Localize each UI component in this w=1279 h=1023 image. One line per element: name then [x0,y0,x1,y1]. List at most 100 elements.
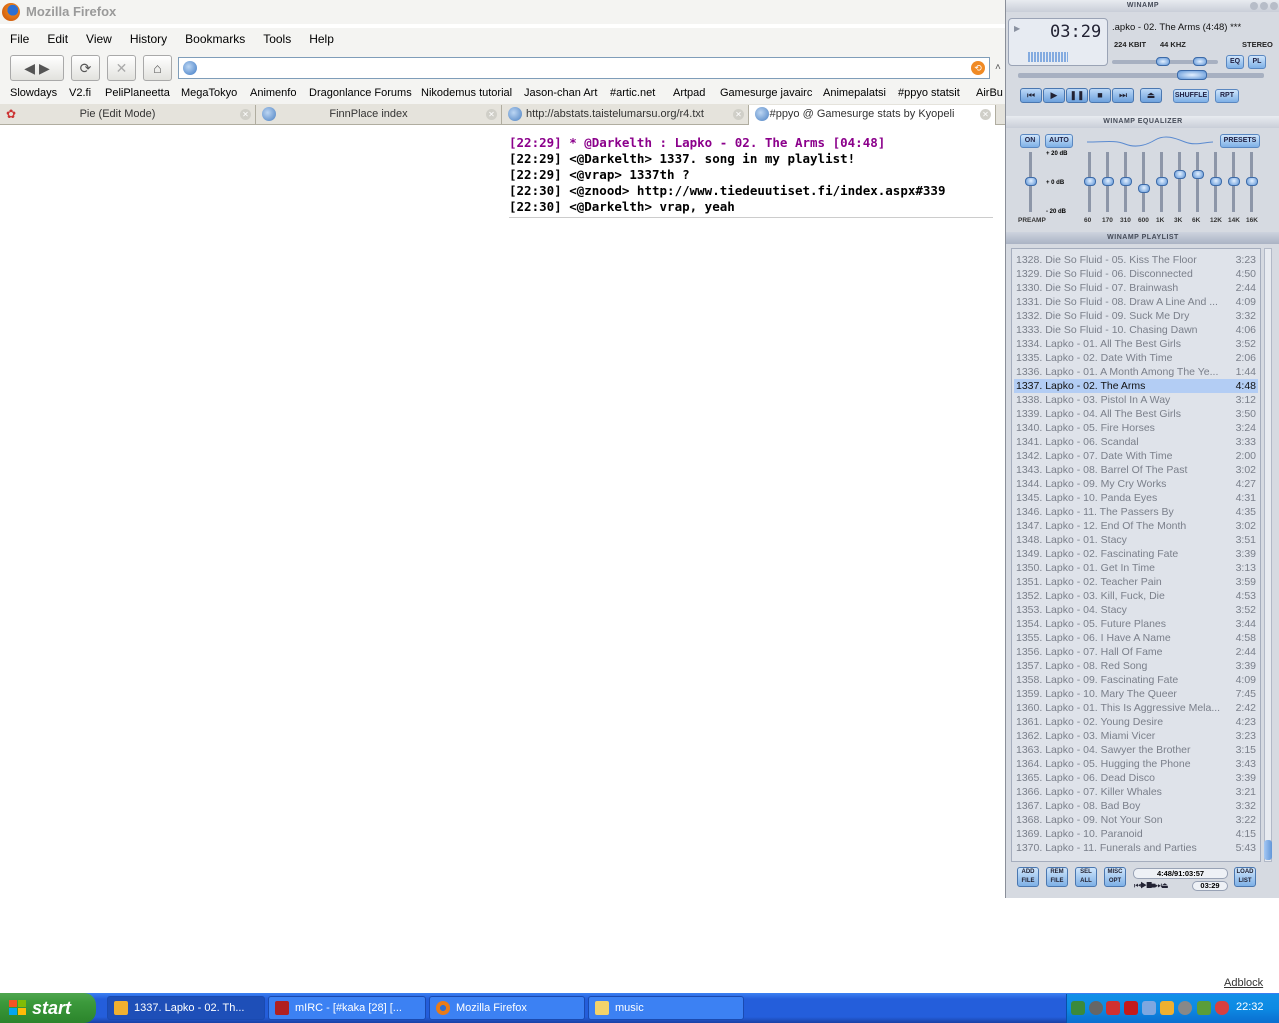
bookmark-artic-net[interactable]: #artic.net [610,87,655,99]
playlist-row[interactable]: 1362. Lapko - 03. Miami Vicer 3:23 [1014,729,1258,743]
zonealarm-tray-icon[interactable] [1124,1001,1138,1015]
back-forward-button[interactable]: ◀ ▶ [10,55,64,81]
playlist-row[interactable]: 1338. Lapko - 03. Pistol In A Way 3:12 [1014,393,1258,407]
keyboard-tray-icon[interactable] [1142,1001,1156,1015]
previous-button[interactable]: ⏮ [1020,88,1042,103]
menu-edit[interactable]: Edit [37,32,76,46]
network-tray-icon[interactable] [1071,1001,1085,1015]
eq-band-knob-600[interactable] [1138,184,1150,194]
playlist-row[interactable]: 1347. Lapko - 12. End Of The Month 3:02 [1014,519,1258,533]
menu-view[interactable]: View [76,32,120,46]
playlist-row[interactable]: 1360. Lapko - 01. This Is Aggressive Mel… [1014,701,1258,715]
next-button[interactable]: ⏭ [1112,88,1134,103]
adblock-link[interactable]: Adblock [1224,977,1263,989]
playlist-row[interactable]: 1341. Lapko - 06. Scandal 3:33 [1014,435,1258,449]
playlist-row[interactable]: 1334. Lapko - 01. All The Best Girls 3:52 [1014,337,1258,351]
eq-band-slider-6K[interactable] [1196,152,1199,212]
playlist-titlebar[interactable]: WINAMP PLAYLIST [1006,232,1279,244]
tab-close-icon[interactable]: ✕ [486,109,497,120]
menu-file[interactable]: File [0,32,37,46]
eq-presets-button[interactable]: PRESETS [1220,134,1260,148]
playlist-row[interactable]: 1340. Lapko - 05. Fire Horses 3:24 [1014,421,1258,435]
tab-close-icon[interactable]: ✕ [980,109,991,120]
taskbar-item-firefox[interactable]: Mozilla Firefox [429,996,585,1020]
eq-band-knob-6K[interactable] [1192,169,1204,179]
eq-band-knob-310[interactable] [1120,177,1132,186]
playlist-row[interactable]: 1330. Die So Fluid - 07. Brainwash 2:44 [1014,281,1258,295]
toolbar-overflow-icon[interactable]: ˄ [995,62,1001,73]
playlist-row[interactable]: 1332. Die So Fluid - 09. Suck Me Dry 3:32 [1014,309,1258,323]
playlist-row[interactable]: 1353. Lapko - 04. Stacy 3:52 [1014,603,1258,617]
settings-tray-icon[interactable] [1178,1001,1192,1015]
balance-knob[interactable] [1193,57,1207,66]
playlist-row[interactable]: 1333. Die So Fluid - 10. Chasing Dawn 4:0… [1014,323,1258,337]
eq-preamp-knob[interactable] [1025,177,1037,186]
bookmark-animepalatsi[interactable]: Animepalatsi [823,87,886,99]
playlist-row[interactable]: 1357. Lapko - 08. Red Song 3:39 [1014,659,1258,673]
bookmark-airbu[interactable]: AirBu [976,87,1003,99]
eq-band-knob-170[interactable] [1102,177,1114,186]
add-file-button[interactable]: ADD FILE [1017,867,1039,887]
playlist-row[interactable]: 1350. Lapko - 01. Get In Time 3:13 [1014,561,1258,575]
playlist-row[interactable]: 1363. Lapko - 04. Sawyer the Brother 3:15 [1014,743,1258,757]
mini-transport-controls[interactable]: ⏮▶❚❚■⏭⏏ [1134,881,1169,891]
tab-close-icon[interactable]: ✕ [240,109,251,120]
eq-band-knob-3K[interactable] [1174,169,1186,179]
bookmark-peliplaneetta[interactable]: PeliPlaneetta [105,87,170,99]
bookmark-animenfo[interactable]: Animenfo [250,87,296,99]
tab-close-icon[interactable]: ✕ [733,109,744,120]
equalizer-titlebar[interactable]: WINAMP EQUALIZER [1006,116,1279,128]
volume-knob[interactable] [1156,57,1170,66]
playlist-row[interactable]: 1346. Lapko - 11. The Passers By 4:35 [1014,505,1258,519]
playlist-toggle-button[interactable]: PL [1248,55,1266,69]
menu-history[interactable]: History [120,32,175,46]
bookmark-jason-chan-art[interactable]: Jason-chan Art [524,87,597,99]
load-list-button[interactable]: LOAD LIST [1234,867,1256,887]
stop-button[interactable]: ✕ [107,55,136,81]
playlist-row[interactable]: 1369. Lapko - 10. Paranoid 4:15 [1014,827,1258,841]
playlist-row[interactable]: 1358. Lapko - 09. Fascinating Fate 4:09 [1014,673,1258,687]
eq-band-slider-3K[interactable] [1178,152,1181,212]
shuffle-button[interactable]: SHUFFLE [1173,89,1209,103]
playlist-row[interactable]: 1345. Lapko - 10. Panda Eyes 4:31 [1014,491,1258,505]
eq-auto-button[interactable]: AUTO [1045,134,1073,148]
playlist-row[interactable]: 1335. Lapko - 02. Date With Time 2:06 [1014,351,1258,365]
playlist-row[interactable]: 1349. Lapko - 02. Fascinating Fate 3:39 [1014,547,1258,561]
playlist-row[interactable]: 1364. Lapko - 05. Hugging the Phone 3:43 [1014,757,1258,771]
playlist-row[interactable]: 1329. Die So Fluid - 06. Disconnected 4:5… [1014,267,1258,281]
antivirus-tray-icon[interactable] [1106,1001,1120,1015]
playlist-row[interactable]: 1348. Lapko - 01. Stacy 3:51 [1014,533,1258,547]
bookmark-nikodemus-tutorial[interactable]: Nikodemus tutorial [421,87,512,99]
menu-bookmarks[interactable]: Bookmarks [175,32,253,46]
playlist-row[interactable]: 1367. Lapko - 08. Bad Boy 3:32 [1014,799,1258,813]
playlist-row[interactable]: 1336. Lapko - 01. A Month Among The Ye..… [1014,365,1258,379]
taskbar-item-music-folder[interactable]: music [588,996,744,1020]
playlist-row[interactable]: 1339. Lapko - 04. All The Best Girls 3:50 [1014,407,1258,421]
playlist-row[interactable]: 1344. Lapko - 09. My Cry Works 4:27 [1014,477,1258,491]
eq-band-slider-600[interactable] [1142,152,1145,212]
eq-band-knob-1K[interactable] [1156,177,1168,186]
home-button[interactable]: ⌂ [143,55,172,81]
tab-ppyo-stats[interactable]: #ppyo @ Gamesurge stats by Kyopeli ✕ [749,105,996,125]
playlist-row[interactable]: 1370. Lapko - 11. Funerals and Parties 5:… [1014,841,1258,855]
playlist-row[interactable]: 1354. Lapko - 05. Future Planes 3:44 [1014,617,1258,631]
select-all-button[interactable]: SEL ALL [1075,867,1097,887]
playlist-row[interactable]: 1366. Lapko - 07. Killer Whales 3:21 [1014,785,1258,799]
playlist-row[interactable]: 1343. Lapko - 08. Barrel Of The Past 3:02 [1014,463,1258,477]
playlist-row[interactable]: 1352. Lapko - 03. Kill, Fuck, Die 4:53 [1014,589,1258,603]
playlist-row[interactable]: 1355. Lapko - 06. I Have A Name 4:58 [1014,631,1258,645]
playlist-row[interactable]: 1328. Die So Fluid - 05. Kiss The Floor 3… [1014,253,1258,267]
stop-button[interactable]: ■ [1089,88,1111,103]
winamp-tray-icon[interactable] [1160,1001,1174,1015]
bookmark-megatokyo[interactable]: MegaTokyo [181,87,237,99]
minimize-icon[interactable] [1250,2,1258,10]
shade-icon[interactable] [1260,2,1268,10]
playlist-row[interactable]: 1361. Lapko - 02. Young Desire 4:23 [1014,715,1258,729]
elapsed-time[interactable]: 03:29 [1050,22,1101,42]
playlist-row[interactable]: 1368. Lapko - 09. Not Your Son 3:22 [1014,813,1258,827]
tab-finnplace-index[interactable]: FinnPlace index ✕ [256,105,502,125]
bookmark-artpad[interactable]: Artpad [673,87,705,99]
playlist-row[interactable]: 1359. Lapko - 10. Mary The Queer 7:45 [1014,687,1258,701]
tab-abstats[interactable]: http://abstats.taistelumarsu.org/r4.txt … [502,105,749,125]
menu-help[interactable]: Help [299,32,342,46]
